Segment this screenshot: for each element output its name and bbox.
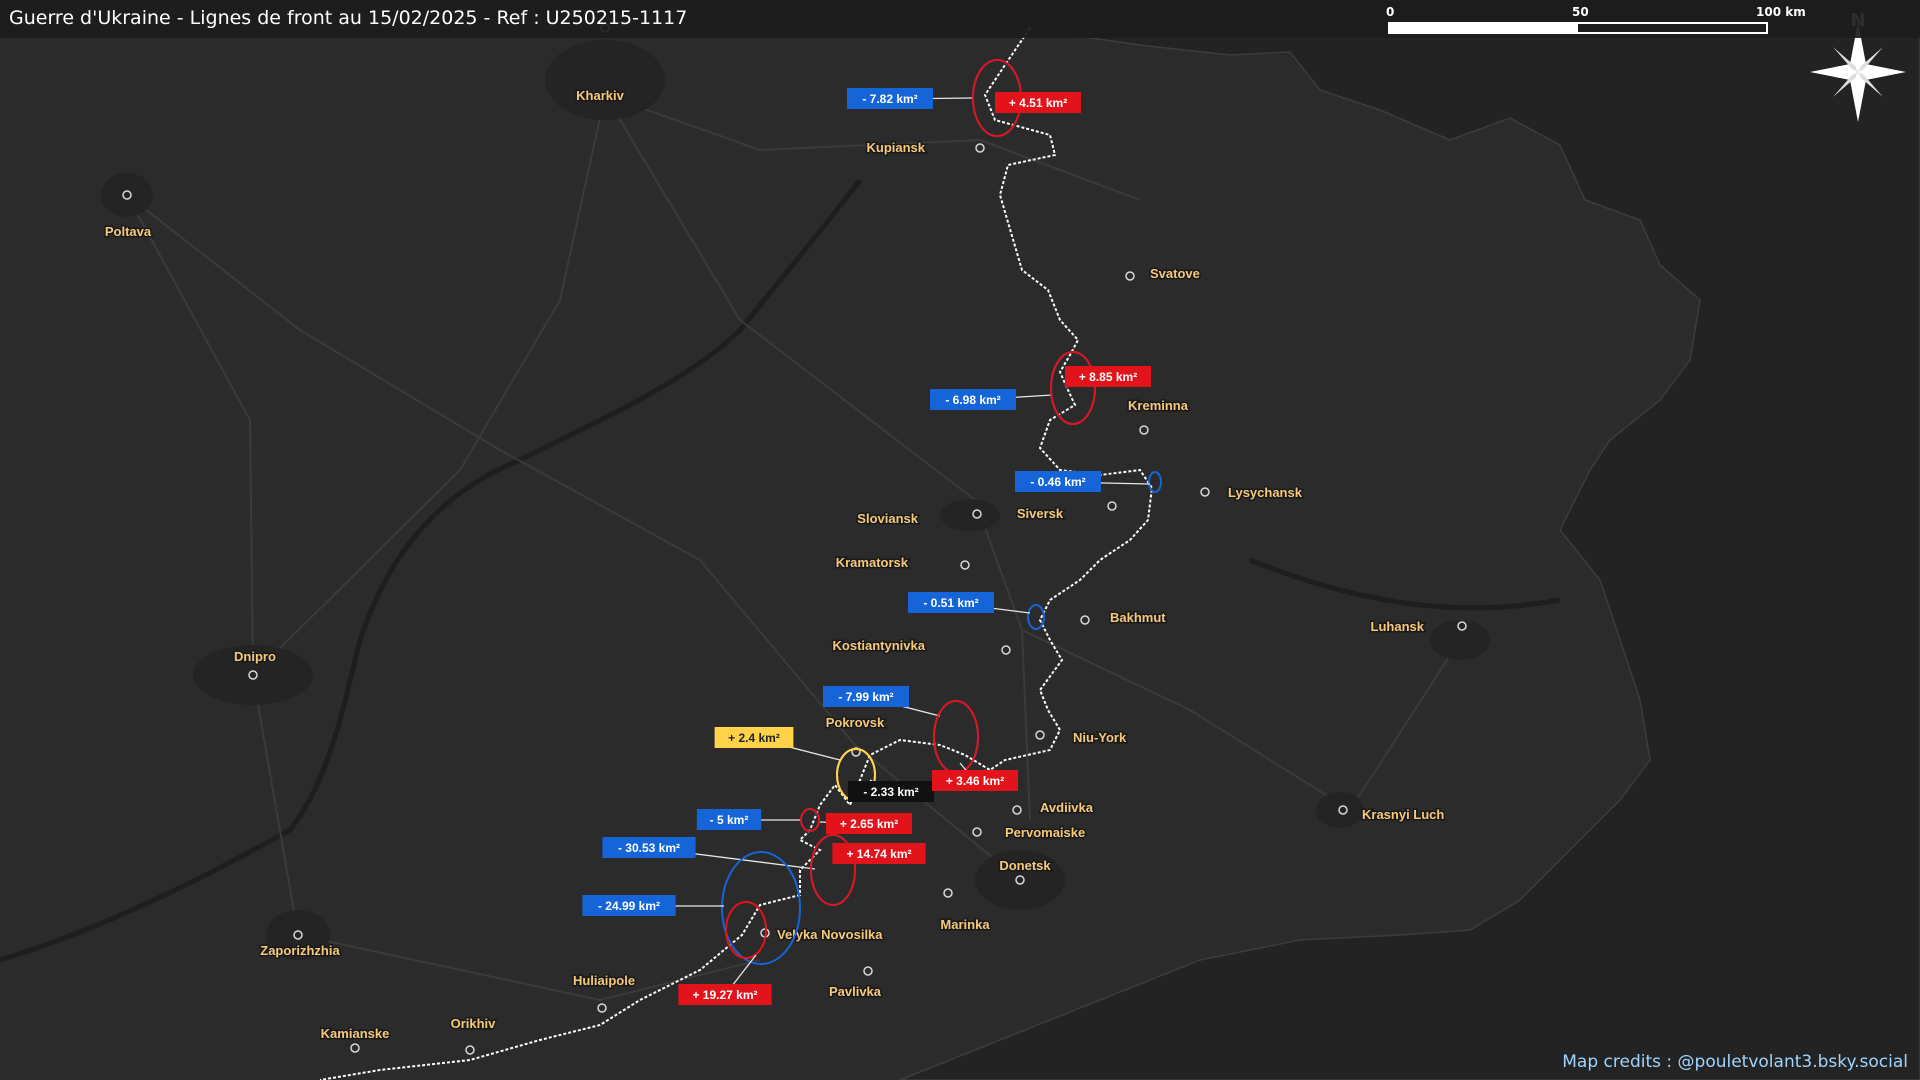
change-badge-label: + 8.85 km² xyxy=(1079,370,1137,384)
city-label: Marinka xyxy=(940,917,990,932)
city-label: Kamianske xyxy=(321,1026,390,1041)
city-label: Kreminna xyxy=(1128,398,1189,413)
scale-label-50: 50 xyxy=(1572,5,1589,19)
city-label: Lysychansk xyxy=(1228,485,1303,500)
city-label: Sloviansk xyxy=(857,511,918,526)
city-label: Dnipro xyxy=(234,649,276,664)
change-badge-label: + 2.4 km² xyxy=(728,731,780,745)
map-canvas[interactable]: Kharkiv Poltava Kupiansk Svatove Kreminna Lys… xyxy=(0,0,1920,1080)
change-badge-label: - 2.33 km² xyxy=(863,785,918,799)
city-label: Kharkiv xyxy=(576,88,624,103)
city-label: Kostiantynivka xyxy=(833,638,926,653)
city-label: Pokrovsk xyxy=(826,715,885,730)
change-badge-label: - 24.99 km² xyxy=(598,899,660,913)
city-label: Pervomaiske xyxy=(1005,825,1085,840)
city-label: Zaporizhzhia xyxy=(260,943,340,958)
change-badge-label: - 6.98 km² xyxy=(945,393,1000,407)
map-credits: Map credits : @pouletvolant3.bsky.social xyxy=(1562,1052,1908,1072)
change-badge-label: + 19.27 km² xyxy=(692,988,757,1002)
city-label: Poltava xyxy=(105,224,152,239)
city-label: Krasnyi Luch xyxy=(1362,807,1444,822)
city-label: Pavlivka xyxy=(829,984,882,999)
city-label: Bakhmut xyxy=(1110,610,1166,625)
city-label: Donetsk xyxy=(999,858,1051,873)
city-label: Huliaipole xyxy=(573,973,635,988)
scale-label-100: 100 km xyxy=(1756,5,1806,19)
city-label: Niu-York xyxy=(1073,730,1127,745)
city-label: Kupiansk xyxy=(866,140,925,155)
scale-label-0: 0 xyxy=(1386,5,1395,19)
change-badge-label: - 7.99 km² xyxy=(838,690,893,704)
city-label: Orikhiv xyxy=(451,1016,497,1031)
city-label: Luhansk xyxy=(1371,619,1425,634)
change-badge-label: - 30.53 km² xyxy=(618,841,680,855)
change-badge-label: - 0.46 km² xyxy=(1030,475,1085,489)
city-label: Siversk xyxy=(1017,506,1064,521)
change-badge-label: - 0.51 km² xyxy=(923,596,978,610)
change-badge-label: + 2.65 km² xyxy=(840,817,898,831)
change-badge-label: + 3.46 km² xyxy=(946,774,1004,788)
city-label: Kramatorsk xyxy=(836,555,909,570)
city-label: Svatove xyxy=(1150,266,1200,281)
change-badge-label: - 5 km² xyxy=(710,813,749,827)
change-badge-label: - 7.82 km² xyxy=(862,92,917,106)
map-title: Guerre d'Ukraine - Lignes de front au 15… xyxy=(9,7,688,29)
change-badge-label: + 14.74 km² xyxy=(846,847,911,861)
city-label: Avdiivka xyxy=(1040,800,1094,815)
change-badge-label: + 4.51 km² xyxy=(1009,96,1067,110)
scale-bar xyxy=(1388,22,1768,34)
